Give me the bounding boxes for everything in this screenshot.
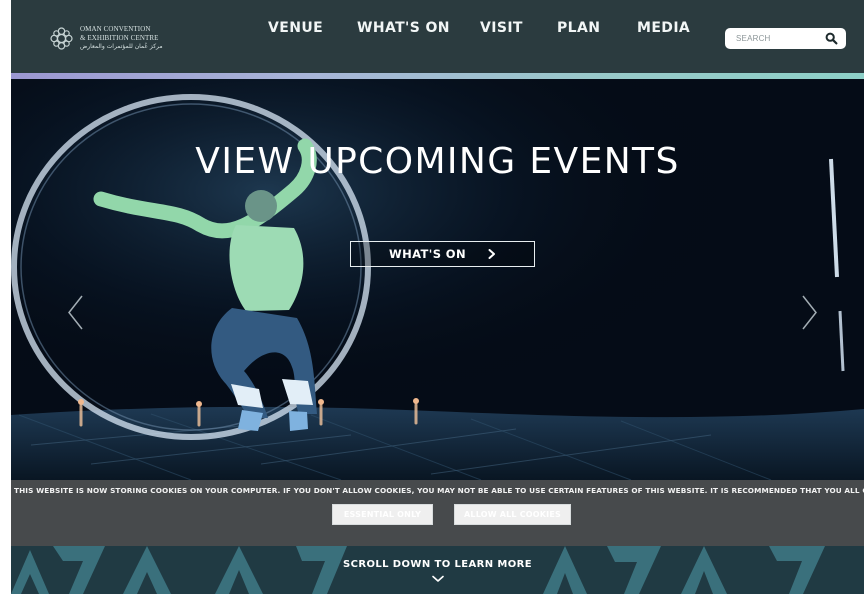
scroll-down-prompt[interactable]: SCROLL DOWN TO LEARN MORE bbox=[11, 559, 864, 583]
search-icon[interactable] bbox=[825, 32, 838, 45]
chevron-right-icon bbox=[488, 249, 495, 259]
hero-slider: VIEW UPCOMING EVENTS WHAT'S ON bbox=[11, 79, 864, 480]
essential-only-button[interactable]: ESSENTIAL ONLY bbox=[332, 504, 433, 525]
slider-previous-icon[interactable] bbox=[66, 294, 84, 331]
scroll-down-label: SCROLL DOWN TO LEARN MORE bbox=[343, 559, 532, 570]
hero-title: VIEW UPCOMING EVENTS bbox=[195, 141, 680, 182]
page: OMAN CONVENTION & EXHIBITION CENTRE مركز… bbox=[0, 0, 864, 594]
whats-on-button-label: WHAT'S ON bbox=[389, 247, 466, 261]
slider-next-icon[interactable] bbox=[801, 294, 819, 331]
nav-visit[interactable]: VISIT bbox=[480, 20, 523, 36]
whats-on-button[interactable]: WHAT'S ON bbox=[350, 241, 535, 267]
nav-venue[interactable]: VENUE bbox=[268, 20, 323, 36]
hero-background-image bbox=[11, 79, 864, 480]
cookie-banner: THIS WEBSITE IS NOW STORING COOKIES ON Y… bbox=[11, 480, 864, 546]
site-header: OMAN CONVENTION & EXHIBITION CENTRE مركز… bbox=[11, 0, 864, 73]
nav-whats-on[interactable]: WHAT'S ON bbox=[357, 20, 450, 36]
nav-plan[interactable]: PLAN bbox=[557, 20, 600, 36]
cookie-message: THIS WEBSITE IS NOW STORING COOKIES ON Y… bbox=[14, 486, 864, 495]
logo-arabic-line: مركز عُمان للمؤتمرات والمعارض bbox=[80, 43, 163, 50]
search-input[interactable] bbox=[736, 34, 818, 43]
nav-media[interactable]: MEDIA bbox=[637, 20, 690, 36]
scroll-prompt-section: SCROLL DOWN TO LEARN MORE bbox=[11, 546, 864, 594]
chevron-down-icon bbox=[431, 575, 444, 582]
search-box bbox=[725, 28, 846, 49]
allow-all-cookies-button[interactable]: ALLOW ALL COOKIES bbox=[454, 504, 571, 525]
